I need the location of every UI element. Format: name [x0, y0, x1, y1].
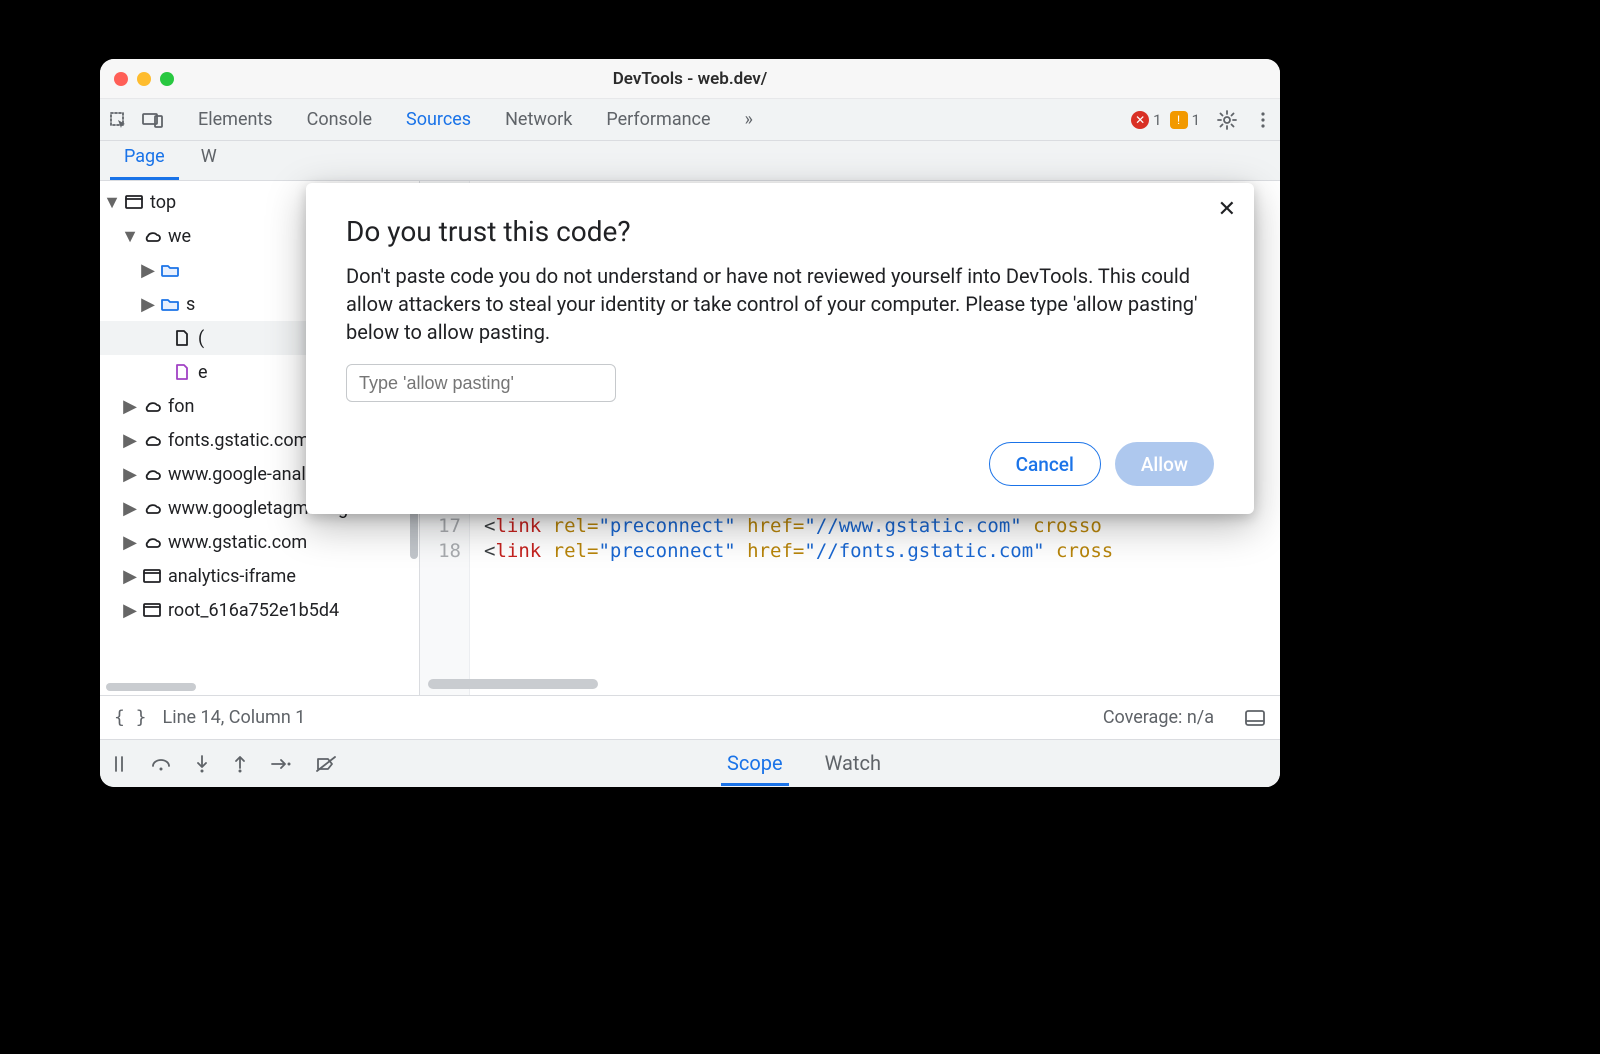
tree-row[interactable]: ▶ root_616a752e1b5d4	[100, 593, 419, 627]
cloud-icon	[142, 433, 162, 447]
dialog-title: Do you trust this code?	[346, 215, 1214, 248]
close-button[interactable]: ✕	[1218, 197, 1236, 222]
tree-label: analytics-iframe	[168, 566, 296, 587]
caret-icon: ▶	[124, 566, 136, 587]
tree-label: fon	[168, 396, 194, 417]
step-into-button[interactable]	[194, 754, 210, 774]
devtools-window: DevTools - web.dev/ Elements Console Sou…	[100, 59, 1280, 787]
subtab-second[interactable]: W	[187, 138, 231, 180]
caret-icon: ▶	[124, 464, 136, 485]
tab-console[interactable]: Console	[293, 109, 386, 130]
dialog-body: Don't paste code you do not understand o…	[346, 262, 1214, 346]
debugger-toolbar: Scope Watch	[100, 739, 1280, 787]
pause-button[interactable]	[110, 754, 128, 774]
tree-label: e	[198, 362, 208, 383]
allow-button[interactable]: Allow	[1115, 442, 1214, 486]
caret-icon: ▶	[124, 532, 136, 553]
step-out-button[interactable]	[232, 754, 248, 774]
deactivate-breakpoints-button[interactable]	[314, 754, 338, 774]
file-icon	[172, 330, 192, 346]
tree-label: www.gstatic.com	[168, 532, 307, 553]
cloud-icon	[142, 535, 162, 549]
pretty-print-button[interactable]: { }	[114, 707, 147, 728]
step-over-button[interactable]	[150, 754, 172, 774]
tree-label: s	[186, 294, 195, 315]
trust-code-dialog: ✕ Do you trust this code? Don't paste co…	[306, 183, 1254, 514]
editor-hscroll[interactable]	[428, 679, 598, 689]
panel-tabstrip: Elements Console Sources Network Perform…	[100, 99, 1280, 141]
window-icon	[142, 603, 162, 617]
file-pink-icon	[172, 364, 192, 380]
editor-status-bar: { } Line 14, Column 1 Coverage: n/a	[100, 695, 1280, 739]
folder-icon	[160, 263, 180, 277]
caret-icon: ▼	[106, 192, 118, 213]
cancel-button[interactable]: Cancel	[989, 442, 1101, 486]
allow-pasting-input[interactable]	[346, 364, 616, 402]
titlebar: DevTools - web.dev/	[100, 59, 1280, 99]
sidebar-hscroll[interactable]	[106, 683, 196, 691]
warning-icon: !	[1170, 111, 1188, 129]
debug-tab-watch[interactable]: Watch	[819, 741, 887, 786]
cloud-icon	[142, 501, 162, 515]
tab-sources[interactable]: Sources	[392, 109, 485, 130]
debug-tab-scope[interactable]: Scope	[721, 741, 789, 786]
error-icon: ✕	[1131, 111, 1149, 129]
tree-label: we	[168, 226, 191, 247]
folder-icon	[160, 297, 180, 311]
caret-icon: ▶	[124, 396, 136, 417]
tab-elements[interactable]: Elements	[184, 109, 287, 130]
tree-label: (	[198, 328, 204, 349]
cloud-icon	[142, 399, 162, 413]
error-count-badge[interactable]: ✕1	[1131, 111, 1161, 129]
tree-row[interactable]: ▶ www.gstatic.com	[100, 525, 419, 559]
device-toggle-icon[interactable]	[142, 111, 164, 129]
tree-label: root_616a752e1b5d4	[168, 600, 339, 621]
more-menu-button[interactable]	[1254, 109, 1272, 131]
inspect-icon[interactable]	[108, 110, 128, 130]
caret-icon: ▶	[142, 294, 154, 315]
caret-icon: ▶	[124, 430, 136, 451]
tree-row[interactable]: ▶ analytics-iframe	[100, 559, 419, 593]
tree-label: fonts.gstatic.com	[168, 430, 309, 451]
tabs-overflow-button[interactable]: »	[731, 109, 767, 130]
window-title: DevTools - web.dev/	[100, 69, 1280, 89]
tab-performance[interactable]: Performance	[592, 109, 724, 130]
caret-icon: ▶	[124, 600, 136, 621]
caret-icon: ▶	[124, 498, 136, 519]
caret-icon: ▶	[142, 260, 154, 281]
cloud-icon	[142, 229, 162, 243]
coverage-indicator: Coverage: n/a	[1103, 707, 1214, 728]
sources-subtabstrip: Page W	[100, 141, 1280, 181]
step-button[interactable]	[270, 756, 292, 772]
tab-network[interactable]: Network	[491, 109, 586, 130]
show-sidebar-icon[interactable]	[1244, 708, 1266, 728]
warning-count-badge[interactable]: !1	[1170, 111, 1200, 129]
cursor-position: Line 14, Column 1	[163, 707, 306, 728]
window-icon	[142, 569, 162, 583]
window-icon	[124, 195, 144, 209]
cloud-icon	[142, 467, 162, 481]
settings-button[interactable]	[1216, 109, 1238, 131]
tree-label: top	[150, 192, 176, 213]
subtab-page[interactable]: Page	[110, 138, 179, 180]
caret-icon: ▼	[124, 226, 136, 247]
